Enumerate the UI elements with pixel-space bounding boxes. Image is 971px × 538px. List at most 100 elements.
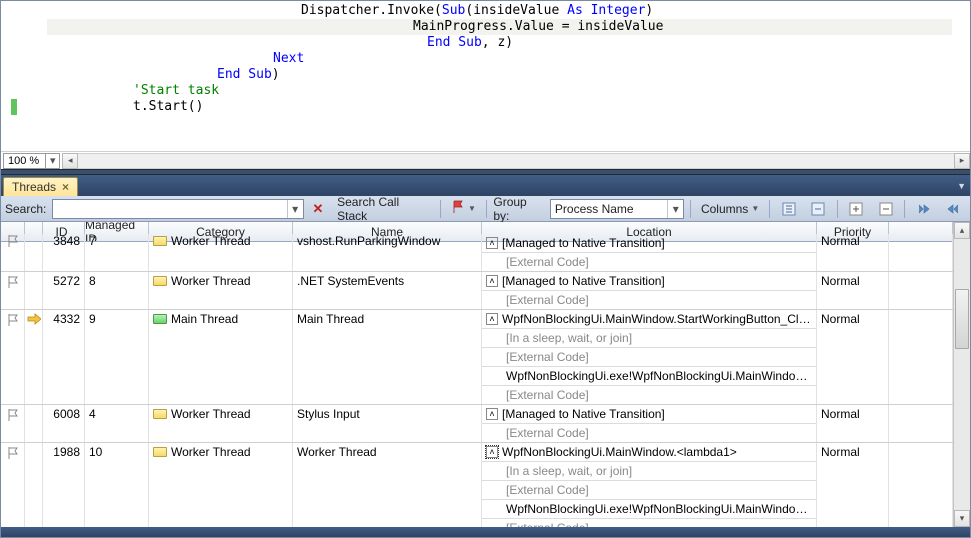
scroll-left-icon[interactable]: ◂ [62,153,78,169]
location-frame[interactable]: WpfNonBlockingUi.exe!WpfNonBlockingUi.Ma… [482,367,816,386]
priority-cell: Normal [817,443,889,527]
chevron-down-icon[interactable]: ▾ [45,154,59,168]
collapse-icon[interactable]: ˄ [486,313,498,325]
code-line[interactable]: 'Start task [21,83,970,99]
flag-cell[interactable] [1,405,25,442]
code-line[interactable]: End Sub) [21,67,970,83]
table-row[interactable]: 52728Worker Thread.NET SystemEvents˄[Man… [1,272,953,310]
clear-search-button[interactable]: ✕ [308,199,328,219]
name-cell: Main Thread [293,310,482,404]
collapse-icon[interactable]: ˄ [486,446,498,458]
location-frame[interactable]: [External Code] [482,481,816,500]
panel-menu-icon[interactable]: ▼ [957,181,966,191]
managed-id-cell: 10 [85,443,149,527]
location-frame[interactable]: ˄[Managed to Native Transition] [482,234,816,253]
vertical-scrollbar[interactable]: ▴ ▾ [953,222,970,527]
flag-outline-icon [6,408,20,422]
location-frame[interactable]: ˄[Managed to Native Transition] [482,405,816,424]
separator [769,200,770,218]
search-call-stack-label: Search Call Stack [337,195,428,223]
scroll-right-icon[interactable]: ▸ [954,153,970,169]
thread-category-icon [153,314,167,324]
scroll-down-icon[interactable]: ▾ [954,510,970,527]
zoom-value: 100 % [4,155,45,167]
location-frame[interactable]: [External Code] [482,348,816,367]
priority-cell: Normal [817,310,889,404]
chevron-down-icon[interactable]: ▾ [667,200,683,218]
name-cell: vshost.RunParkingWindow [293,234,482,271]
current-thread-cell [25,234,43,271]
code-editor[interactable]: Dispatcher.Invoke(Sub(insideValue As Int… [1,1,970,151]
code-line[interactable]: t.Start() [21,99,970,115]
collapse-icon[interactable]: ˄ [486,408,498,420]
location-frame[interactable]: [External Code] [482,519,816,527]
priority-cell: Normal [817,405,889,442]
search-call-stack-button[interactable]: Search Call Stack [332,199,433,219]
category-cell: Worker Thread [149,443,293,527]
separator [837,200,838,218]
expand-stacks-button[interactable] [844,199,869,219]
collapse-icon[interactable]: ˄ [486,237,498,249]
collapse-groups-button[interactable] [805,199,830,219]
columns-button[interactable]: Columns ▼ [697,199,763,219]
search-input[interactable] [53,202,286,216]
location-frame[interactable]: ˄WpfNonBlockingUi.MainWindow.<lambda1> [482,443,816,462]
flag-cell[interactable] [1,272,25,309]
category-cell: Worker Thread [149,272,293,309]
scroll-up-icon[interactable]: ▴ [954,222,970,239]
thread-category-icon [153,409,167,419]
scroll-thumb[interactable] [955,289,969,349]
code-line[interactable]: Next [21,51,970,67]
editor-horizontal-scrollbar[interactable]: ◂ ▸ [62,153,970,169]
scroll-track[interactable] [78,153,954,169]
close-icon[interactable]: × [60,180,71,194]
separator [440,200,441,218]
flag-cell[interactable] [1,310,25,404]
current-thread-arrow-icon [27,313,41,328]
collapse-stacks-button[interactable] [873,199,898,219]
flag-outline-icon [6,234,20,248]
tab-threads[interactable]: Threads × [3,177,78,196]
location-cell: ˄[Managed to Native Transition][External… [482,234,817,271]
id-cell: 6008 [43,405,85,442]
code-line[interactable]: MainProgress.Value = insideValue [21,19,970,35]
chevron-down-icon[interactable]: ▾ [287,200,303,218]
extra-cell [889,234,953,271]
expand-groups-button[interactable] [776,199,801,219]
code-line[interactable]: End Sub, z) [21,35,970,51]
location-frame[interactable]: [In a sleep, wait, or join] [482,462,816,481]
freeze-button[interactable] [911,199,936,219]
current-thread-cell [25,272,43,309]
table-row[interactable]: 198810Worker ThreadWorker Thread˄WpfNonB… [1,443,953,527]
location-frame[interactable]: ˄WpfNonBlockingUi.MainWindow.StartWorkin… [482,310,816,329]
location-frame[interactable]: [External Code] [482,253,816,271]
code-line[interactable]: Dispatcher.Invoke(Sub(insideValue As Int… [21,3,970,19]
group-by-combo[interactable]: Process Name ▾ [550,199,684,219]
location-frame[interactable]: [External Code] [482,386,816,404]
location-frame[interactable]: [In a sleep, wait, or join] [482,329,816,348]
location-frame[interactable]: [External Code] [482,424,816,442]
collapse-icon[interactable]: ˄ [486,275,498,287]
extra-cell [889,310,953,404]
flag-filter-button[interactable]: ▼ [447,199,481,219]
category-cell: Main Thread [149,310,293,404]
flag-outline-icon [6,275,20,289]
table-row[interactable]: 60084Worker ThreadStylus Input˄[Managed … [1,405,953,443]
flag-cell[interactable] [1,234,25,271]
thaw-button[interactable] [941,199,966,219]
scroll-track[interactable] [954,239,970,510]
location-frame[interactable]: WpfNonBlockingUi.exe!WpfNonBlockingUi.Ma… [482,500,816,519]
table-row[interactable]: 38487Worker Threadvshost.RunParkingWindo… [1,234,953,272]
minus-icon [878,201,893,217]
location-frame[interactable]: [External Code] [482,291,816,309]
location-frame[interactable]: ˄[Managed to Native Transition] [482,272,816,291]
threads-grid[interactable]: ID Managed ID Category Name Location Pri… [1,222,953,527]
expand-icon [781,201,796,217]
flag-cell[interactable] [1,443,25,527]
columns-label: Columns [701,202,748,216]
zoom-combo[interactable]: 100 % ▾ [3,153,60,169]
freeze-icon [916,201,931,217]
table-row[interactable]: 43329Main ThreadMain Thread˄WpfNonBlocki… [1,310,953,405]
x-icon: ✕ [312,201,323,217]
panel-tabstrip: Threads × ▼ [1,175,970,196]
